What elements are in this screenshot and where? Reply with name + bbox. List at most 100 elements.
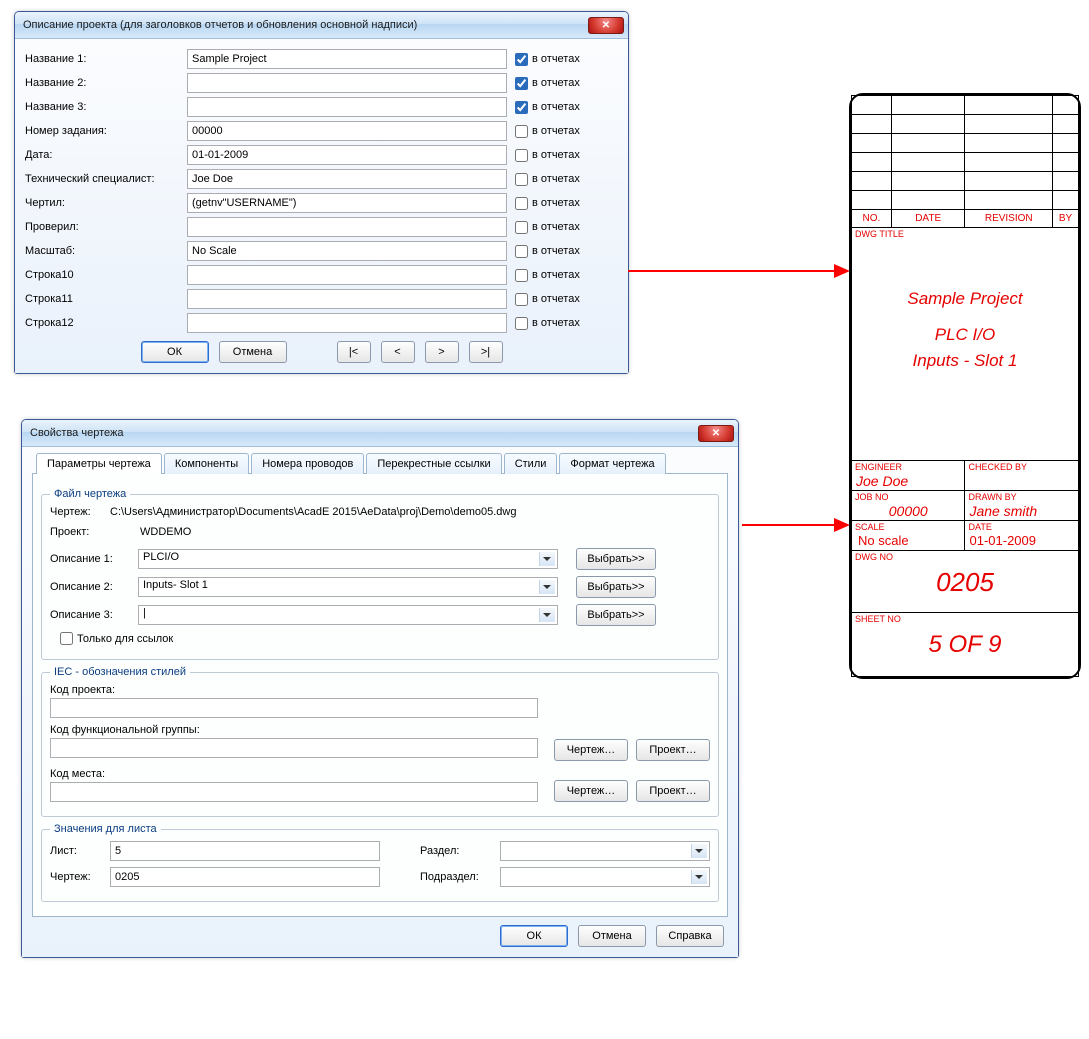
in-reports-checkbox-2[interactable] [515,101,528,114]
in-reports-checkbox-1[interactable] [515,77,528,90]
in-reports-checkbox-3[interactable] [515,125,528,138]
select-button-0[interactable]: Выбрать>> [576,548,656,570]
tab-5[interactable]: Формат чертежа [559,453,665,474]
field-input-2[interactable] [187,97,507,117]
checked-label: CHECKED BY [965,461,1078,473]
tab-3[interactable]: Перекрестные ссылки [366,453,501,474]
nav-prev-button[interactable]: < [381,341,415,363]
in-reports-checkbox-11[interactable] [515,317,528,330]
field-input-3[interactable] [187,121,507,141]
tab-4[interactable]: Стили [504,453,558,474]
field-input-1[interactable] [187,73,507,93]
rev-by-header: BY [1053,210,1079,228]
sheet-fieldset: Значения для листа Лист: Раздел: Чертеж:… [41,823,719,902]
drawing-path-value: C:\Users\Администратор\Documents\AcadE 2… [110,506,710,518]
project-description-dialog: Описание проекта (для заголовков отчетов… [14,11,629,374]
desc-combo-0[interactable]: PLCI/O [138,549,558,569]
desc-label-1: Описание 2: [50,581,138,593]
loc-code-input[interactable] [50,782,538,802]
sheetno-value: 5 OF 9 [852,625,1078,665]
project-value: WDDEMO [140,526,191,538]
in-reports-checkbox-5[interactable] [515,173,528,186]
iec-fieldset: IEC - обозначения стилей Код проекта: Ко… [41,666,719,817]
project-button-2[interactable]: Проект… [636,780,710,802]
subsection-combo[interactable] [500,867,710,887]
in-reports-label: в отчетах [532,53,580,65]
field-input-7[interactable] [187,217,507,237]
tab-0[interactable]: Параметры чертежа [36,453,162,474]
help-button[interactable]: Справка [656,925,724,947]
iec-legend: IEC - обозначения стилей [50,666,190,678]
in-reports-checkbox-4[interactable] [515,149,528,162]
drawing-button-2[interactable]: Чертеж… [554,780,628,802]
in-reports-label: в отчетах [532,221,580,233]
field-input-4[interactable] [187,145,507,165]
sheetno-label: SHEET NO [852,613,1078,625]
field-label: Дата: [25,149,187,161]
sheet-input[interactable] [110,841,380,861]
dialog-title: Свойства чертежа [30,427,698,439]
field-input-0[interactable] [187,49,507,69]
tb-line2: PLC I/O [852,325,1078,345]
section-combo[interactable] [500,841,710,861]
file-legend: Файл чертежа [50,488,130,500]
close-icon[interactable] [588,17,624,34]
in-reports-checkbox-0[interactable] [515,53,528,66]
field-input-10[interactable] [187,289,507,309]
dwgno-value: 0205 [852,563,1078,602]
field-label: Строка10 [25,269,187,281]
desc-combo-1[interactable]: Inputs- Slot 1 [138,577,558,597]
field-input-9[interactable] [187,265,507,285]
drawing-button[interactable]: Чертеж… [554,739,628,761]
cancel-button[interactable]: Отмена [578,925,646,947]
desc-combo-2[interactable]: | [138,605,558,625]
in-reports-checkbox-10[interactable] [515,293,528,306]
proj-code-label: Код проекта: [50,684,710,696]
arrow-2 [742,512,850,538]
field-label: Строка11 [25,293,187,305]
dwg-label: Чертеж: [50,871,110,883]
nav-first-button[interactable]: |< [337,341,371,363]
titlebar[interactable]: Описание проекта (для заголовков отчетов… [15,12,628,39]
titlebar[interactable]: Свойства чертежа [22,420,738,447]
field-input-6[interactable] [187,193,507,213]
project-button[interactable]: Проект… [636,739,710,761]
in-reports-checkbox-9[interactable] [515,269,528,282]
field-label: Технический специалист: [25,173,187,185]
rev-revision-header: REVISION [965,210,1053,228]
close-icon[interactable] [698,425,734,442]
dwg-input[interactable] [110,867,380,887]
tab-2[interactable]: Номера проводов [251,453,364,474]
dwg-title-label: DWG TITLE [852,228,1078,240]
ref-only-label: Только для ссылок [77,633,173,645]
in-reports-label: в отчетах [532,77,580,89]
rev-date-header: DATE [891,210,965,228]
func-code-label: Код функциональной группы: [50,724,710,736]
nav-last-button[interactable]: >| [469,341,503,363]
field-input-8[interactable] [187,241,507,261]
ref-only-checkbox[interactable] [60,632,73,645]
drawing-path-label: Чертеж: [50,506,110,518]
ok-button[interactable]: ОК [500,925,568,947]
cancel-button[interactable]: Отмена [219,341,287,363]
in-reports-label: в отчетах [532,269,580,281]
tab-1[interactable]: Компоненты [164,453,249,474]
tb-project-name: Sample Project [852,289,1078,309]
field-input-11[interactable] [187,313,507,333]
scale-label: SCALE [852,521,964,533]
in-reports-label: в отчетах [532,173,580,185]
select-button-1[interactable]: Выбрать>> [576,576,656,598]
nav-next-button[interactable]: > [425,341,459,363]
proj-code-input[interactable] [50,698,538,718]
in-reports-checkbox-8[interactable] [515,245,528,258]
select-button-2[interactable]: Выбрать>> [576,604,656,626]
in-reports-label: в отчетах [532,245,580,257]
field-input-5[interactable] [187,169,507,189]
desc-label-0: Описание 1: [50,553,138,565]
arrow-1 [628,258,850,284]
in-reports-checkbox-7[interactable] [515,221,528,234]
in-reports-checkbox-6[interactable] [515,197,528,210]
func-code-input[interactable] [50,738,538,758]
in-reports-label: в отчетах [532,197,580,209]
ok-button[interactable]: ОК [141,341,209,363]
